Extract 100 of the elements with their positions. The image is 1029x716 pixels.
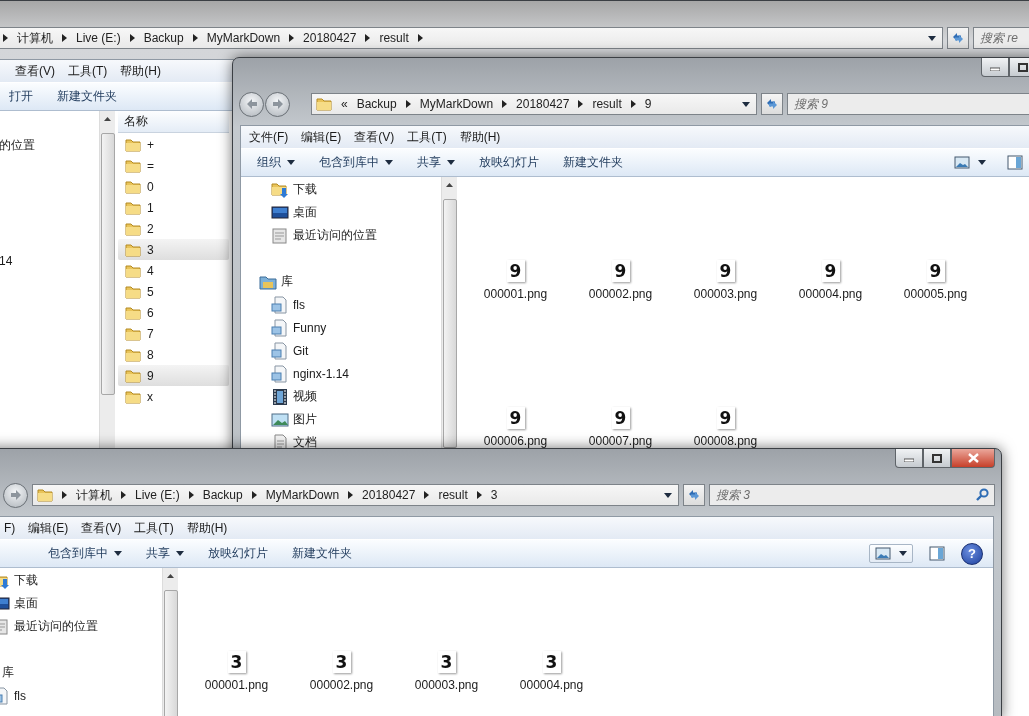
menu-item[interactable]: 帮助(H): [459, 128, 501, 146]
file-item[interactable]: 3 000004.png: [499, 651, 604, 692]
toolbar-button[interactable]: 包含到库中: [311, 151, 401, 174]
breadcrumb[interactable]: result: [379, 31, 409, 45]
breadcrumb[interactable]: Backup: [143, 31, 184, 45]
breadcrumb[interactable]: result: [592, 97, 622, 111]
file-item[interactable]: 9 000003.png: [673, 260, 778, 301]
file-item[interactable]: 3 000001.png: [184, 651, 289, 692]
file-item[interactable]: 9 000001.png: [463, 260, 568, 301]
toolbar-button[interactable]: 新建文件夹: [49, 85, 125, 108]
breadcrumb[interactable]: 3: [490, 488, 498, 502]
folder-row[interactable]: x: [118, 386, 229, 407]
breadcrumb[interactable]: 20180427: [362, 488, 416, 502]
folder-row[interactable]: +: [118, 134, 229, 155]
nav-item[interactable]: 视频: [241, 385, 441, 408]
breadcrumb[interactable]: 9: [644, 97, 652, 111]
folder-row[interactable]: 2: [118, 218, 229, 239]
menu-item[interactable]: 查看(V): [81, 519, 122, 537]
breadcrumb[interactable]: 20180427: [303, 31, 357, 45]
column-header[interactable]: 名称: [118, 111, 229, 133]
nav-item[interactable]: Git: [241, 339, 441, 362]
thumbnail: 9: [506, 407, 525, 429]
toolbar-button[interactable]: 放映幻灯片: [471, 151, 547, 174]
nav-item[interactable]: 桌面: [0, 592, 162, 615]
menu-item[interactable]: 工具(T): [68, 62, 108, 80]
toolbar-button[interactable]: 放映幻灯片: [200, 542, 276, 565]
address-bar[interactable]: 计算机 Live (E:) Backup MyMarkDown 20180427 result 3: [32, 484, 679, 506]
breadcrumb[interactable]: result: [438, 488, 468, 502]
help-button[interactable]: ?: [961, 542, 983, 565]
menu-item[interactable]: 查看(V): [15, 62, 55, 80]
file-item[interactable]: 9 000004.png: [778, 260, 883, 301]
toolbar-button[interactable]: 打开: [1, 85, 41, 108]
address-bar[interactable]: 计算机 Live (E:) Backup MyMarkDown 20180427 result: [0, 27, 943, 49]
breadcrumb[interactable]: 计算机: [76, 486, 112, 504]
breadcrumb[interactable]: MyMarkDown: [206, 31, 281, 45]
folder-row[interactable]: 6: [118, 302, 229, 323]
menu-item[interactable]: 工具(T): [134, 519, 174, 537]
menu-item[interactable]: 查看(V): [354, 128, 395, 146]
nav-item[interactable]: fls: [241, 293, 441, 316]
nav-item[interactable]: nginx-1.14: [241, 362, 441, 385]
folder-row[interactable]: 5: [118, 281, 229, 302]
file-item[interactable]: 9 000005.png: [883, 260, 988, 301]
toolbar-button[interactable]: 新建文件夹: [555, 151, 631, 174]
menu-item[interactable]: 帮助(H): [120, 62, 161, 80]
nav-item[interactable]: 图片: [241, 408, 441, 431]
breadcrumb[interactable]: Live (E:): [76, 31, 121, 45]
thumbnail: 9: [716, 260, 735, 282]
folder-row[interactable]: 4: [118, 260, 229, 281]
thumbnail: 3: [332, 651, 351, 673]
nav-item[interactable]: 的位置: [0, 134, 99, 157]
menu-item[interactable]: 编辑(E): [28, 519, 69, 537]
menu-item[interactable]: F): [4, 521, 16, 535]
breadcrumb[interactable]: 20180427: [516, 97, 570, 111]
file-item[interactable]: 9 000002.png: [568, 260, 673, 301]
breadcrumb[interactable]: Backup: [356, 97, 397, 111]
menu-item[interactable]: 编辑(E): [301, 128, 342, 146]
menu-item[interactable]: 工具(T): [407, 128, 447, 146]
breadcrumb[interactable]: Live (E:): [135, 488, 180, 502]
folder-row[interactable]: 3: [118, 239, 229, 260]
thumbnail: 3: [542, 651, 561, 673]
nav-item[interactable]: 下载: [241, 178, 441, 201]
folder-row[interactable]: 7: [118, 323, 229, 344]
search-field[interactable]: 搜索 9: [787, 93, 1029, 115]
search-field[interactable]: 搜索 re: [973, 27, 1029, 49]
file-item[interactable]: 3 000003.png: [394, 651, 499, 692]
overflow-button[interactable]: «: [341, 97, 348, 111]
folder-row[interactable]: 8: [118, 344, 229, 365]
file-item[interactable]: 9 000007.png: [568, 407, 673, 448]
nav-item[interactable]: 桌面: [241, 201, 441, 224]
thumbnail: 3: [227, 651, 246, 673]
folder-row[interactable]: 1: [118, 197, 229, 218]
nav-item[interactable]: 最近访问的位置: [0, 615, 162, 638]
folder-row[interactable]: 0: [118, 176, 229, 197]
nav-item[interactable]: 14: [0, 249, 99, 272]
folder-row[interactable]: 9: [118, 365, 229, 386]
breadcrumb[interactable]: 计算机: [17, 29, 53, 47]
toolbar-button[interactable]: 包含到库中: [40, 542, 130, 565]
nav-item[interactable]: 下载: [0, 569, 162, 592]
nav-item[interactable]: 库: [241, 270, 441, 293]
toolbar-button[interactable]: 共享: [409, 151, 463, 174]
address-bar[interactable]: « Backup MyMarkDown 20180427 result 9: [311, 93, 757, 115]
search-field[interactable]: 搜索 3: [709, 484, 995, 506]
thumbnail: 9: [506, 260, 525, 282]
toolbar-button[interactable]: 新建文件夹: [284, 542, 360, 565]
menu-item[interactable]: 帮助(H): [186, 519, 228, 537]
nav-item[interactable]: fls: [0, 684, 162, 707]
nav-item[interactable]: 最近访问的位置: [241, 224, 441, 247]
file-item[interactable]: 9 000006.png: [463, 407, 568, 448]
thumbnail: 9: [716, 407, 735, 429]
nav-item[interactable]: Funny: [241, 316, 441, 339]
toolbar-button[interactable]: 组织: [249, 151, 303, 174]
file-item[interactable]: 3 000002.png: [289, 651, 394, 692]
nav-item[interactable]: 库: [0, 661, 162, 684]
breadcrumb[interactable]: Backup: [202, 488, 243, 502]
menu-item[interactable]: 文件(F): [249, 128, 289, 146]
file-item[interactable]: 9 000008.png: [673, 407, 778, 448]
folder-row[interactable]: =: [118, 155, 229, 176]
breadcrumb[interactable]: MyMarkDown: [265, 488, 340, 502]
breadcrumb[interactable]: MyMarkDown: [419, 97, 494, 111]
toolbar-button[interactable]: 共享: [138, 542, 192, 565]
